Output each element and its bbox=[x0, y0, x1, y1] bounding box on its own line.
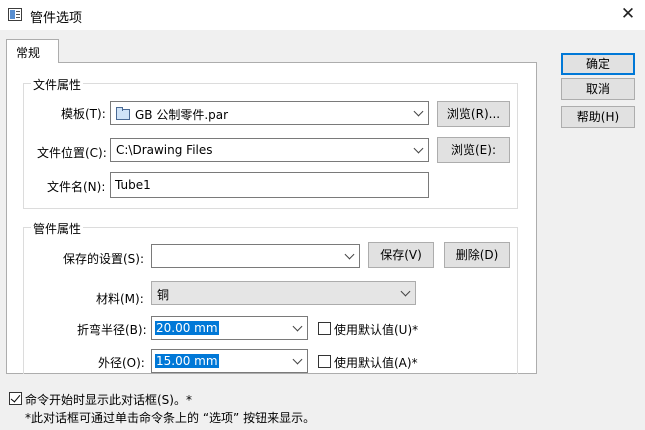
location-value: C:\Drawing Files bbox=[116, 143, 213, 157]
filename-label: 文件名(N): bbox=[47, 180, 106, 194]
chevron-down-icon[interactable] bbox=[344, 249, 355, 260]
window-title: 管件选项 bbox=[30, 11, 83, 26]
folder-icon bbox=[116, 107, 130, 120]
location-label: 文件位置(C): bbox=[37, 146, 107, 160]
delete-button[interactable]: 删除(D) bbox=[444, 242, 510, 268]
outer-diameter-value: 15.00 mm bbox=[155, 354, 219, 368]
use-default-diameter-label: 使用默认值(A)* bbox=[334, 356, 418, 370]
material-select[interactable]: 铜 bbox=[151, 281, 416, 305]
material-value: 铜 bbox=[157, 288, 170, 302]
bend-radius-label: 折弯半径(B): bbox=[77, 323, 147, 337]
tab-general[interactable]: 常规 bbox=[6, 39, 59, 63]
saved-settings-label: 保存的设置(S): bbox=[63, 252, 145, 266]
template-select[interactable]: GB 公制零件.par bbox=[110, 101, 429, 125]
title-bar bbox=[0, 0, 645, 30]
close-icon[interactable]: ✕ bbox=[616, 3, 640, 25]
bend-radius-value: 20.00 mm bbox=[155, 321, 219, 335]
browse-template-button[interactable]: 浏览(R)... bbox=[437, 101, 510, 127]
template-label: 模板(T): bbox=[61, 107, 106, 121]
ok-button[interactable]: 确定 bbox=[561, 53, 635, 75]
chevron-down-icon[interactable] bbox=[292, 354, 303, 365]
chevron-down-icon[interactable] bbox=[292, 321, 303, 332]
location-select[interactable]: C:\Drawing Files bbox=[110, 138, 429, 162]
dialog-icon bbox=[8, 8, 22, 21]
show-dialog-label: 命令开始时显示此对话框(S)。* bbox=[25, 393, 192, 407]
use-default-radius-label: 使用默认值(U)* bbox=[334, 323, 419, 337]
saved-settings-select[interactable] bbox=[151, 244, 360, 268]
chevron-down-icon[interactable] bbox=[413, 106, 424, 117]
bend-radius-select[interactable]: 20.00 mm bbox=[151, 316, 308, 340]
footer-note: *此对话框可通过单击命令条上的 “选项” 按钮来显示。 bbox=[25, 411, 316, 425]
use-default-radius-checkbox[interactable] bbox=[318, 322, 331, 335]
material-label: 材料(M): bbox=[96, 292, 144, 306]
chevron-down-icon[interactable] bbox=[400, 286, 411, 297]
tab-general-label: 常规 bbox=[16, 46, 41, 60]
tube-properties-title: 管件属性 bbox=[31, 220, 84, 237]
cancel-button[interactable]: 取消 bbox=[561, 78, 635, 100]
help-button[interactable]: 帮助(H) bbox=[561, 106, 635, 128]
filename-value: Tube1 bbox=[115, 178, 151, 192]
chevron-down-icon[interactable] bbox=[413, 143, 424, 154]
show-dialog-checkbox[interactable] bbox=[9, 392, 22, 405]
outer-diameter-label: 外径(O): bbox=[98, 356, 145, 370]
file-properties-title: 文件属性 bbox=[31, 76, 84, 93]
filename-input[interactable]: Tube1 bbox=[110, 172, 429, 198]
template-value: GB 公制零件.par bbox=[135, 108, 229, 122]
browse-location-button[interactable]: 浏览(E): bbox=[437, 137, 510, 163]
use-default-diameter-checkbox[interactable] bbox=[318, 355, 331, 368]
save-button[interactable]: 保存(V) bbox=[368, 242, 434, 268]
outer-diameter-select[interactable]: 15.00 mm bbox=[151, 349, 308, 373]
